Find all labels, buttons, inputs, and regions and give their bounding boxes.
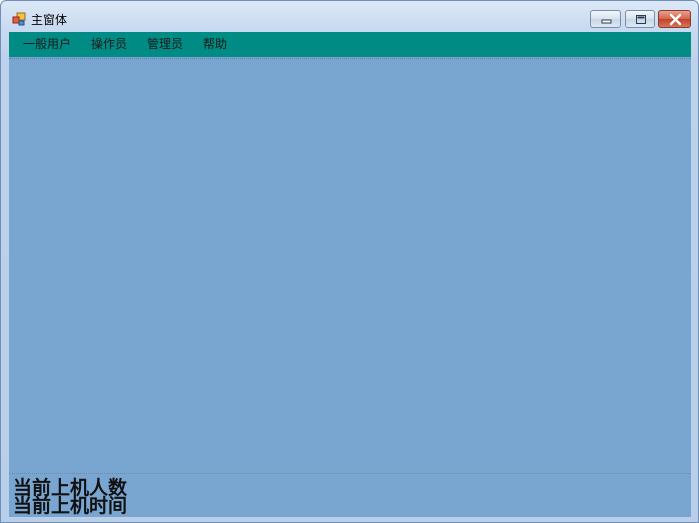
status-bar: 当前上机人数 当前上机时间 [9, 473, 691, 518]
minimize-button[interactable] [590, 10, 621, 28]
menu-bar: 一般用户 操作员 管理员 帮助 [9, 32, 691, 57]
maximize-icon [636, 15, 646, 24]
menu-item-operator[interactable]: 操作员 [91, 32, 127, 57]
mdi-client-area: 当前上机人数 当前上机时间 [9, 57, 691, 517]
close-icon [669, 13, 682, 26]
online-time-label: 当前上机时间 [13, 495, 128, 517]
menu-item-help[interactable]: 帮助 [203, 32, 227, 57]
maximize-button[interactable] [625, 10, 655, 28]
window-title: 主窗体 [31, 13, 68, 27]
minimize-icon [601, 19, 612, 24]
main-window: 主窗体 一般用户 操作员 管理员 帮助 当前上机人数 当前上机时间 [0, 0, 699, 523]
close-button[interactable] [658, 10, 691, 28]
menu-item-general-user[interactable]: 一般用户 [23, 32, 71, 57]
mdi-workspace[interactable] [9, 59, 691, 473]
title-bar[interactable]: 主窗体 [1, 1, 698, 32]
app-window-icon [12, 12, 26, 26]
menu-item-administrator[interactable]: 管理员 [147, 32, 183, 57]
